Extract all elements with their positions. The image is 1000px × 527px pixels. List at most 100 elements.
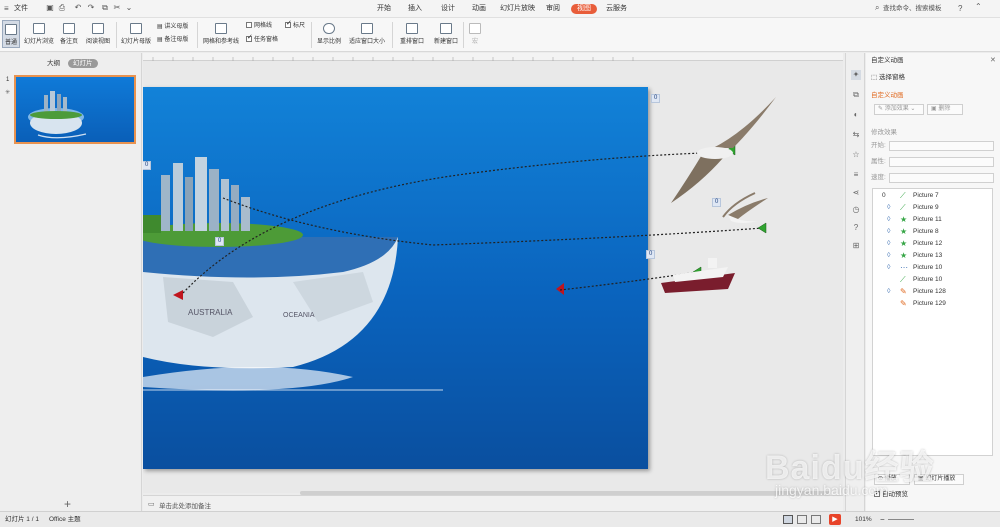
tab-outline[interactable]: 大纲 [42,59,65,68]
normal-view-label: 普通 [4,40,17,46]
copy-icon[interactable]: ⧉ [851,90,861,100]
tab-review[interactable]: 审阅 [546,4,560,14]
animation-tag[interactable]: 0 [215,237,225,246]
reading-view-icon [92,23,104,34]
slide-master-button[interactable]: 幻灯片母版 [119,20,153,48]
handout-master-button[interactable]: ▤ 讲义母版 [157,23,188,31]
list-item[interactable]: ◊ ★ Picture 11 [873,214,992,226]
grid-guides-button[interactable]: 网格和参考线 [201,20,241,48]
list-item[interactable]: ⟋ Picture 10 [873,274,992,286]
sorter-view-status-icon[interactable] [797,515,807,524]
share-icon[interactable]: ⋖ [851,188,861,198]
notes-page-icon [63,23,75,34]
tab-insert[interactable]: 插入 [408,4,422,14]
database-icon[interactable]: ≡ [851,170,861,180]
entrance-star-icon: ★ [900,227,908,236]
tab-home[interactable]: 开始 [377,4,391,14]
seagull-large[interactable] [671,97,776,203]
scissors-icon[interactable]: ✂ [112,3,122,13]
list-item[interactable]: ⟋ Picture 7 [873,190,992,202]
handout-master-label: 讲义母版 [164,24,189,30]
animation-tag[interactable]: 0 [646,250,656,259]
seagull-small[interactable] [722,192,768,223]
redo-icon[interactable]: ↷ [86,3,96,13]
start-label: 开始: [871,142,886,149]
normal-view-status-icon[interactable] [783,515,793,524]
notes-placeholder[interactable]: 单击此处添加备注 [159,500,211,510]
property-select[interactable] [889,157,994,167]
tab-view[interactable]: 视图 [571,4,597,14]
taskpane-label: 任务窗格 [254,37,279,43]
save-icon[interactable]: ▣ [45,3,55,13]
file-menu[interactable]: 文件 [14,4,28,14]
tab-cloud[interactable]: 云服务 [606,4,627,14]
start-select[interactable] [889,141,994,151]
checkbox-checked-icon [285,20,292,28]
zoom-button[interactable]: 显示比例 [315,20,343,48]
format-painter-icon[interactable]: ⧉ [100,3,110,13]
qa-dropdown-icon[interactable]: ⌄ [124,3,134,13]
reading-view-status-icon[interactable] [811,515,821,524]
animation-tag[interactable]: 0 [712,198,722,207]
tab-slides[interactable]: 幻灯片 [68,59,98,68]
print-icon[interactable]: ⎙ [57,3,67,13]
speed-select[interactable] [889,173,994,183]
slide-sorter-button[interactable]: 幻灯片浏览 [23,20,55,48]
list-item[interactable]: ◊ ★ Picture 8 [873,226,992,238]
slide-thumbnail[interactable] [14,75,136,144]
fit-window-button[interactable]: 适应窗口大小 [346,20,388,48]
notes-master-button[interactable]: ▤ 备注母版 [157,36,188,44]
slide-sorter-label: 幻灯片浏览 [23,39,54,45]
pane-close-icon[interactable]: ✕ [990,56,996,64]
zoom-level[interactable]: 101% [855,512,872,527]
arrange-window-button[interactable]: 重排窗口 [395,20,429,48]
help-icon[interactable]: ? [958,4,962,13]
list-item[interactable]: ✎ Picture 129 [873,298,992,310]
delete-button[interactable]: ▣ 删除 [927,104,963,115]
macro-button[interactable]: 宏 [466,20,484,48]
tab-design[interactable]: 设计 [441,4,455,14]
select-pane-button[interactable]: ⬚ 选择窗格 [871,73,905,82]
history-icon[interactable]: ◷ [851,205,861,215]
animation-tag[interactable]: 0 [143,161,152,170]
motion-path-icon: ⟋ [900,203,906,212]
search-icon[interactable]: ⌕ [875,3,879,13]
transition-icon[interactable]: ⇆ [851,130,861,140]
ruler-checkbox[interactable]: 标尺 [285,20,305,30]
new-window-button[interactable]: 新建窗口 [431,20,461,48]
notes-page-label: 备注页 [59,39,78,45]
normal-view-button[interactable]: 普通 [2,20,20,48]
list-item[interactable]: ◊ ✎ Picture 128 [873,286,992,298]
entrance-star-icon: ★ [900,239,908,248]
shape-icon[interactable]: ◐ [851,110,861,120]
list-item[interactable]: ◊ ★ Picture 12 [873,238,992,250]
reading-view-label: 阅读视图 [85,39,110,45]
gridlines-checkbox[interactable]: 网格线 [246,22,272,30]
zoom-slider[interactable] [888,519,914,520]
undo-icon[interactable]: ↶ [73,3,83,13]
list-item[interactable]: ◊ ⋯ Picture 10 [873,262,992,274]
mouse-click-icon: ◊ [887,240,891,247]
effect-label: Picture 10 [913,276,943,283]
animation-tag[interactable]: 0 [651,94,661,103]
list-item[interactable]: ◊ ⟋ Picture 9 [873,202,992,214]
notes-page-button[interactable]: 备注页 [57,20,81,48]
zoom-out-icon[interactable]: − [880,512,885,527]
add-effect-button[interactable]: ✎ 添加效果 ⌄ [874,104,924,115]
tab-slideshow[interactable]: 幻灯片放映 [500,4,535,14]
slides-panel: 大纲 幻灯片 1 ✳ + [0,53,142,511]
tab-animation[interactable]: 动画 [472,4,486,14]
minimize-ribbon-icon[interactable]: ⌃ [975,2,982,11]
star-icon[interactable]: ☆ [851,150,861,160]
list-item[interactable]: ◊ ★ Picture 13 [873,250,992,262]
entrance-star-icon: ★ [900,215,908,224]
taskpane-checkbox[interactable]: 任务窗格 [246,34,279,44]
help-circle-icon[interactable]: ? [851,223,861,233]
add-slide-button[interactable]: + [64,497,71,511]
search-input[interactable]: 查找命令、搜索模板 [883,3,953,15]
reading-view-button[interactable]: 阅读视图 [83,20,113,48]
grid-apps-icon[interactable]: ⊞ [851,241,861,251]
menu-icon[interactable]: ≡ [4,4,9,13]
custom-animation-icon[interactable]: ✦ [851,70,861,80]
play-slideshow-icon[interactable]: ▶ [829,514,841,525]
